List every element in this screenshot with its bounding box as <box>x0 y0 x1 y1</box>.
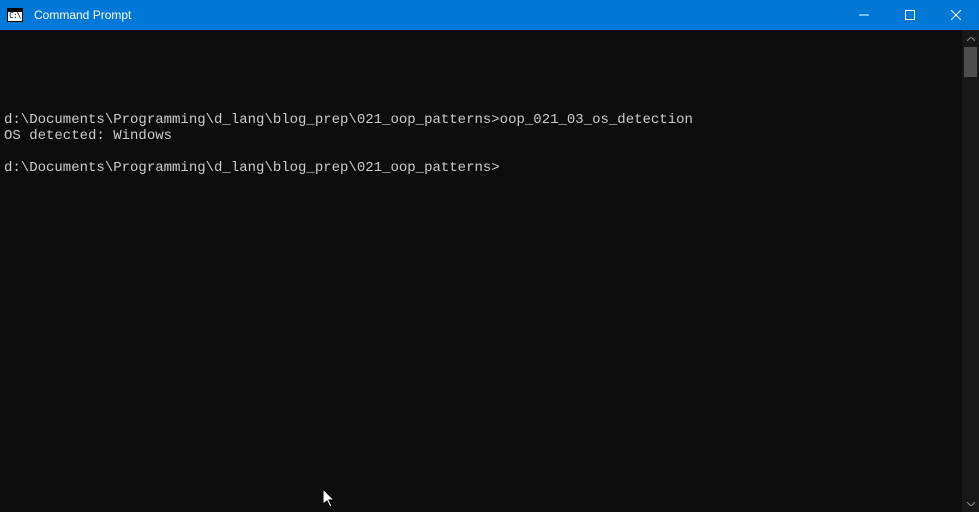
maximize-icon <box>905 10 915 20</box>
maximize-button[interactable] <box>887 0 933 30</box>
terminal-line: OS detected: Windows <box>4 128 956 144</box>
scrollbar-track[interactable] <box>962 47 979 495</box>
window-title: Command Prompt <box>30 8 131 22</box>
vertical-scrollbar[interactable] <box>962 30 979 512</box>
command-prompt-window: C:\ Command Prompt <box>0 0 979 512</box>
command-prompt-icon: C:\ <box>7 8 23 22</box>
chevron-up-icon <box>967 37 975 41</box>
close-icon <box>951 10 961 20</box>
terminal-output[interactable]: d:\Documents\Programming\d_lang\blog_pre… <box>0 30 962 512</box>
close-button[interactable] <box>933 0 979 30</box>
titlebar[interactable]: C:\ Command Prompt <box>0 0 979 30</box>
minimize-button[interactable] <box>841 0 887 30</box>
terminal-line: d:\Documents\Programming\d_lang\blog_pre… <box>4 160 956 176</box>
client-area: d:\Documents\Programming\d_lang\blog_pre… <box>0 30 979 512</box>
app-icon-box: C:\ <box>0 8 30 22</box>
scroll-up-button[interactable] <box>962 30 979 47</box>
chevron-down-icon <box>967 502 975 506</box>
scrollbar-thumb[interactable] <box>964 47 977 77</box>
terminal-line: d:\Documents\Programming\d_lang\blog_pre… <box>4 112 956 128</box>
scroll-down-button[interactable] <box>962 495 979 512</box>
minimize-icon <box>859 10 869 20</box>
terminal-line <box>4 144 956 160</box>
window-controls <box>841 0 979 30</box>
